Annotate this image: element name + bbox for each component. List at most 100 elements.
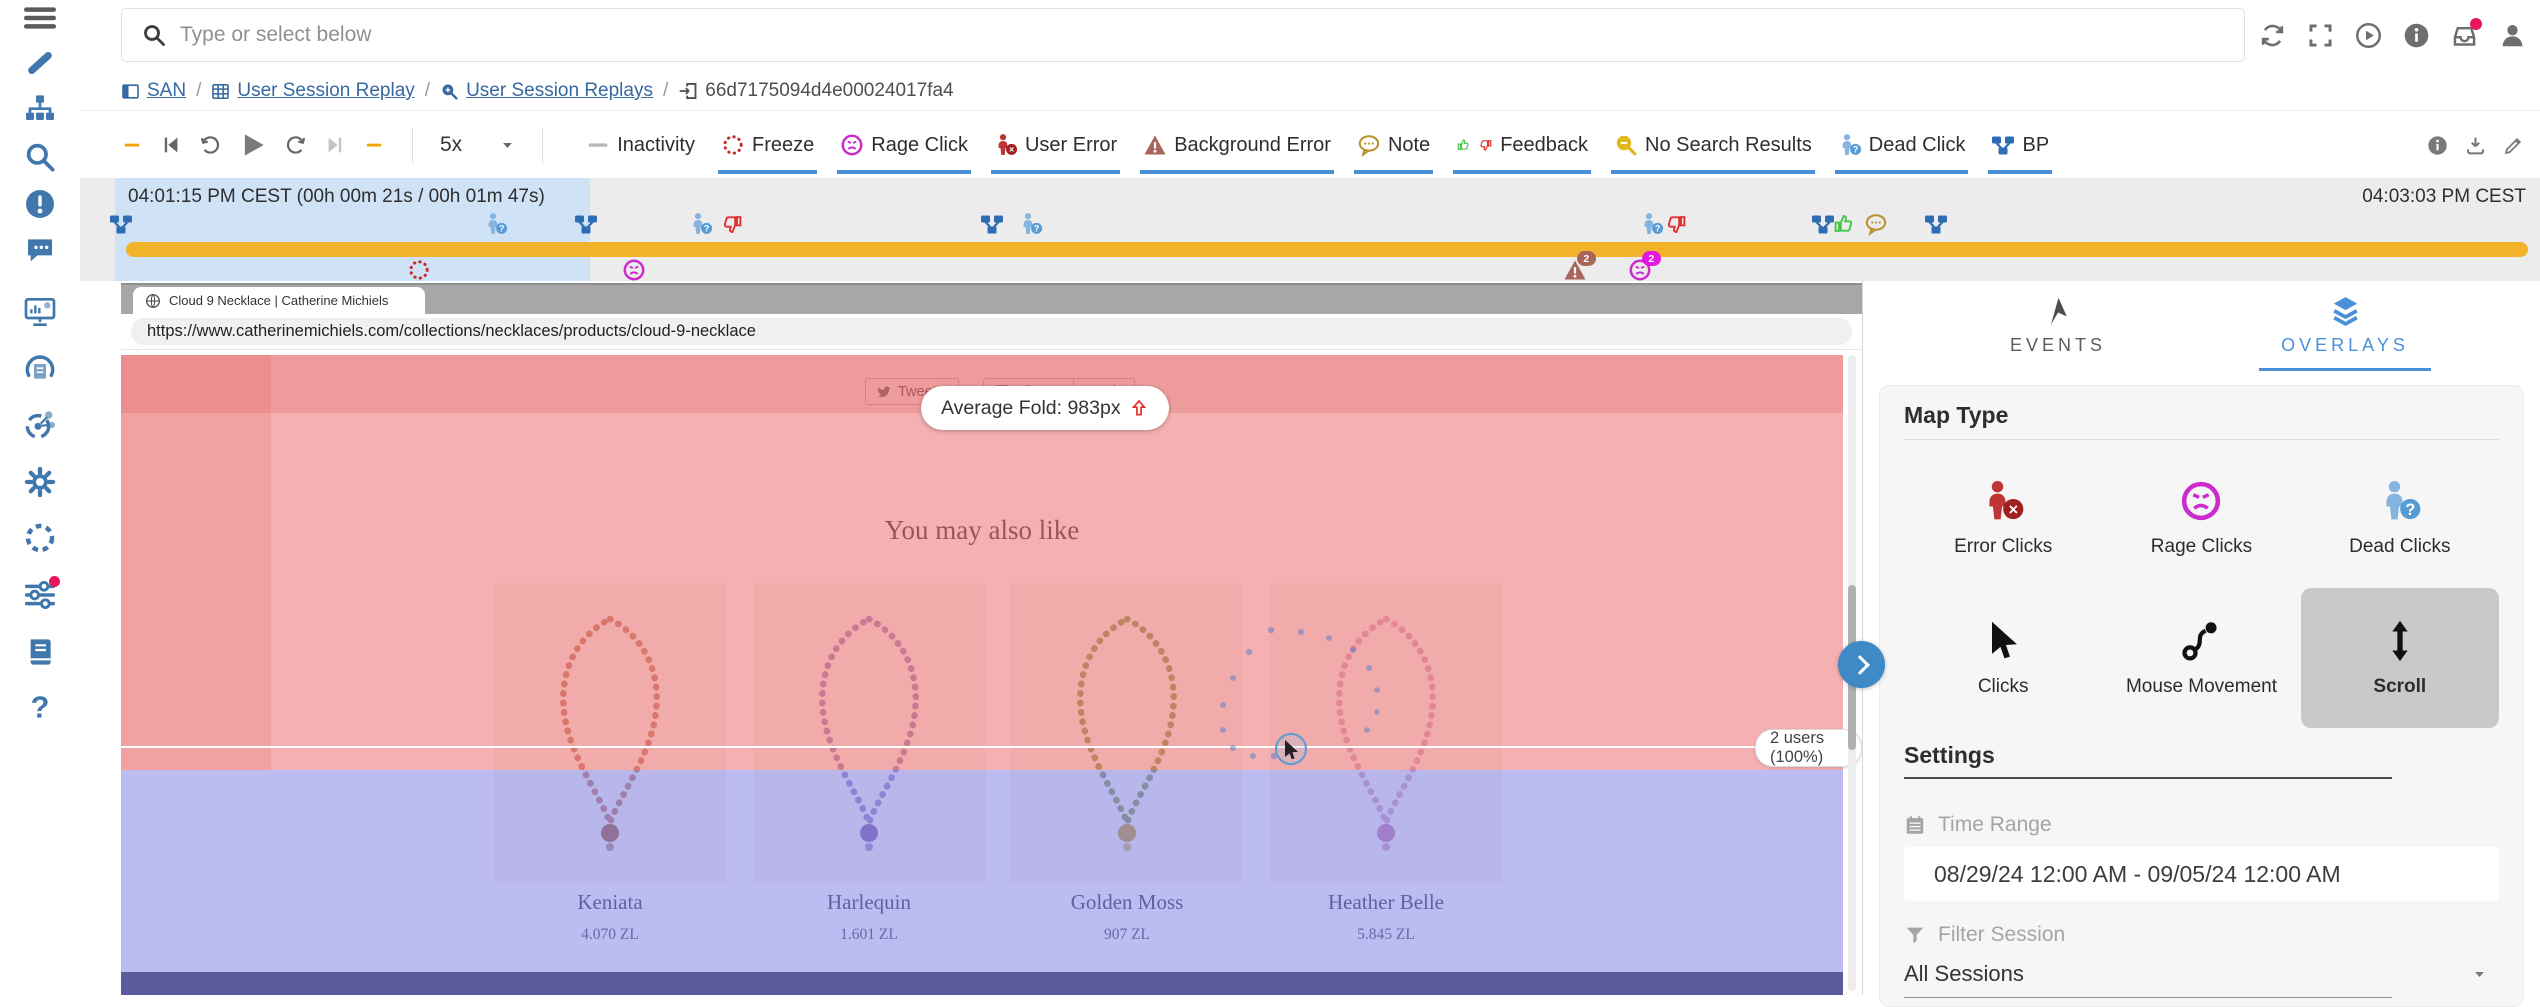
share-pie-icon[interactable] — [24, 409, 56, 441]
download-icon[interactable] — [2465, 135, 2486, 156]
search-icon — [142, 23, 166, 47]
timeline-alert-markers: 22 — [121, 258, 2528, 281]
legend-bp[interactable]: BP — [1991, 111, 2049, 179]
tab-label: OVERLAYS — [2281, 335, 2409, 356]
legend-label: Background Error — [1174, 134, 1331, 157]
map-type-dead-clicks[interactable]: ?Dead Clicks — [2301, 448, 2499, 588]
svg-text:?: ? — [1853, 145, 1859, 155]
legend-label: BP — [2022, 134, 2049, 157]
breadcrumb-session-id: 66d7175094d4e00024017fa4 — [678, 80, 953, 102]
alert-icon[interactable] — [24, 188, 56, 220]
tab-overlays[interactable]: OVERLAYS — [2259, 295, 2431, 381]
marker-warn[interactable]: 2 — [1563, 258, 1587, 282]
time-range-label: Time Range — [1938, 813, 2052, 837]
legend-label: Rage Click — [871, 134, 968, 157]
marker-bp[interactable] — [1924, 212, 1948, 236]
marker-bp[interactable] — [574, 212, 598, 236]
info-icon[interactable] — [2403, 22, 2430, 49]
marker-bp[interactable] — [109, 212, 133, 236]
marker-rage[interactable] — [622, 258, 646, 282]
monitor-chart-icon[interactable] — [24, 296, 56, 328]
forward-button[interactable] — [285, 134, 307, 156]
marker-dead-click[interactable]: ? — [689, 212, 713, 236]
marker-bp[interactable] — [1811, 212, 1835, 236]
play-circle-icon[interactable] — [2355, 22, 2382, 49]
decrease-marker-button[interactable] — [121, 134, 143, 156]
legend-note[interactable]: Note — [1357, 111, 1430, 179]
legend-rage-click[interactable]: Rage Click — [840, 111, 968, 179]
marker-dead-click[interactable]: ? — [1640, 212, 1664, 236]
legend-no-search-results[interactable]: No Search Results — [1614, 111, 1812, 179]
marker-thumb-up[interactable] — [1832, 212, 1856, 236]
svg-text:?: ? — [704, 224, 710, 234]
timeline-activity-bar[interactable] — [126, 242, 2528, 257]
gear-icon[interactable] — [24, 466, 56, 498]
svg-text:×: × — [1009, 145, 1014, 155]
pencil-icon[interactable] — [24, 47, 56, 79]
edit-icon[interactable] — [2503, 135, 2524, 156]
session-timeline[interactable]: 04:01:15 PM CEST (00h 00m 21s / 00h 01m … — [80, 178, 2540, 281]
inbox-icon[interactable] — [2451, 22, 2478, 49]
average-fold-text: Average Fold: 983px — [941, 397, 1121, 420]
sitemap-icon[interactable] — [24, 94, 56, 126]
legend-freeze[interactable]: Freeze — [721, 111, 814, 179]
tab-events[interactable]: EVENTS — [1972, 295, 2144, 381]
map-type-clicks[interactable]: Clicks — [1904, 588, 2102, 728]
legend-user-error[interactable]: ×User Error — [994, 111, 1117, 179]
map-type-options: ×Error ClicksRage Clicks?Dead Clicks Clic… — [1904, 448, 2499, 728]
legend-feedback[interactable]: Feedback — [1456, 111, 1588, 179]
marker-rage[interactable]: 2 — [1628, 258, 1652, 282]
menu-icon[interactable] — [24, 2, 56, 34]
legend-dead-click[interactable]: ?Dead Click — [1838, 111, 1966, 179]
search-input[interactable] — [166, 22, 2244, 48]
global-search[interactable] — [121, 8, 2245, 62]
marker-dead-click[interactable]: ? — [1019, 212, 1043, 236]
question-icon[interactable]: ? — [24, 692, 56, 724]
marker-bp[interactable] — [980, 212, 1004, 236]
fullscreen-icon[interactable] — [2307, 22, 2334, 49]
session-id: 66d7175094d4e00024017fa4 — [705, 80, 953, 102]
skip-back-button[interactable] — [160, 134, 182, 156]
breadcrumb-item-1[interactable]: User Session Replay — [211, 80, 414, 102]
rage-icon — [840, 133, 864, 157]
data-rings-icon[interactable] — [24, 352, 56, 384]
marker-freeze[interactable] — [407, 258, 431, 282]
skip-forward-button[interactable] — [324, 134, 346, 156]
divider — [412, 127, 413, 163]
sliders-icon[interactable] — [24, 579, 56, 611]
collapse-panel-button[interactable] — [1838, 641, 1885, 688]
filter-session-value: All Sessions — [1904, 961, 2024, 987]
legend-background-error[interactable]: Background Error — [1143, 111, 1331, 179]
map-type-error-clicks[interactable]: ×Error Clicks — [1904, 448, 2102, 588]
map-type-scroll[interactable]: Scroll — [2301, 588, 2499, 728]
marker-thumb-down[interactable] — [1664, 212, 1688, 236]
book-icon[interactable] — [24, 636, 56, 668]
marker-thumb-down[interactable] — [720, 212, 744, 236]
search-plus-icon — [440, 82, 459, 101]
breadcrumb-link[interactable]: SAN — [147, 80, 186, 102]
refresh-icon[interactable] — [2259, 22, 2286, 49]
time-range-input[interactable]: 08/29/24 12:00 AM - 09/05/24 12:00 AM — [1904, 847, 2499, 901]
legend-label: Inactivity — [617, 134, 695, 157]
legend-inactivity[interactable]: Inactivity — [586, 111, 695, 179]
map-type-rage-clicks[interactable]: Rage Clicks — [2102, 448, 2300, 588]
breadcrumb-item-2[interactable]: User Session Replays — [440, 80, 653, 102]
marker-dead-click[interactable]: ? — [484, 212, 508, 236]
chat-icon[interactable] — [24, 234, 56, 266]
increase-marker-button[interactable] — [363, 134, 385, 156]
map-type-mouse-movement[interactable]: Mouse Movement — [2102, 588, 2300, 728]
search-icon[interactable] — [24, 141, 56, 173]
filter-session-select[interactable]: All Sessions — [1904, 961, 2499, 987]
right-panel: EVENTSOVERLAYS Map Type ×Error ClicksRag… — [1862, 281, 2540, 995]
rewind-button[interactable] — [199, 134, 221, 156]
user-icon[interactable] — [2499, 22, 2526, 49]
breadcrumb-link[interactable]: User Session Replays — [466, 80, 653, 102]
dashed-circle-icon[interactable] — [24, 522, 56, 554]
info-icon[interactable] — [2427, 135, 2448, 156]
marker-note[interactable] — [1864, 212, 1888, 236]
mouse-trail — [1171, 590, 1431, 790]
breadcrumb-link[interactable]: User Session Replay — [237, 80, 414, 102]
playback-speed-select[interactable]: 5x — [440, 133, 515, 157]
breadcrumb-item-0[interactable]: SAN — [121, 80, 186, 102]
play-button[interactable] — [238, 130, 268, 160]
